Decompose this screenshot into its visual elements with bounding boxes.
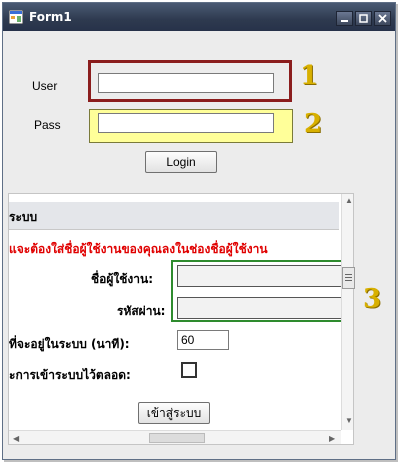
section-header: ระบบ [9,202,339,230]
close-icon [378,14,387,23]
minimize-icon [341,20,348,22]
pass-input[interactable] [98,113,274,133]
login-panel: ระบบ แจะต้องใส่ชื่อผู้ใช้งานของคุณลงในช่… [8,193,354,445]
remember-checkbox[interactable] [181,362,197,378]
scroll-right-icon[interactable]: ▶ [329,434,335,443]
maximize-icon [359,14,368,23]
pass-label: Pass [34,118,61,132]
close-button[interactable] [374,11,391,26]
form-window: Form1 User 1 Pass 2 Login ระบบ แจะต้องใส… [2,2,396,460]
title-bar[interactable]: Form1 [3,3,395,31]
password-label: รหัสผ่าน: [117,304,166,318]
user-input[interactable] [98,73,274,93]
maximize-button[interactable] [355,11,372,26]
username-label: ชื่อผู้ใช้งาน: [91,272,153,286]
login-button[interactable]: Login [145,151,217,173]
window-title: Form1 [29,10,72,24]
marker-1: 1 [300,61,319,91]
grip-line [345,277,352,278]
section-title: ระบบ [9,210,38,224]
scroll-down-icon[interactable]: ▼ [345,416,353,425]
scroll-left-icon[interactable]: ◀ [13,434,19,443]
form-client-area: User 1 Pass 2 Login ระบบ แจะต้องใส่ชื่อผ… [8,33,390,454]
user-label: User [32,79,58,93]
minimize-button[interactable] [336,11,353,26]
grip-line [345,274,352,275]
timeout-label: ที่จะอยู่ในระบบ (นาที): [9,337,130,351]
vertical-scrollbar[interactable]: ▲ ▼ [341,194,353,430]
hscroll-thumb[interactable] [149,433,205,443]
warning-text: แจะต้องใส่ชื่อผู้ใช้งานของคุณลงในช่องชื่… [9,242,268,256]
vscroll-thumb[interactable] [342,267,355,289]
scroll-up-icon[interactable]: ▲ [345,196,353,205]
marker-3: 3 [363,284,382,314]
grip-line [345,280,352,281]
timeout-input[interactable] [177,330,229,350]
app-icon [9,10,23,24]
submit-button[interactable]: เข้าสู่ระบบ [138,402,210,424]
horizontal-scrollbar[interactable]: ◀ ▶ [9,430,341,444]
marker-2: 2 [304,109,323,139]
remember-label: ะการเข้าระบบไว้ตลอด: [9,368,131,382]
highlight-frame-3 [171,260,353,322]
